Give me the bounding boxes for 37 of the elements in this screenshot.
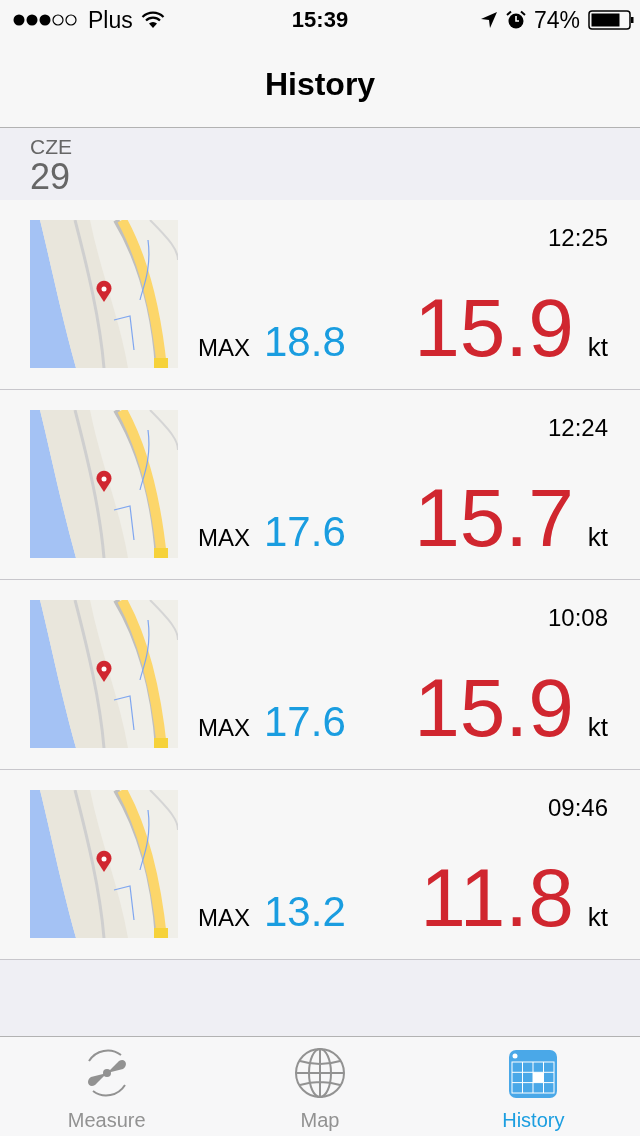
entry-time: 09:46 [547,794,608,822]
max-label: MAX [198,524,250,552]
clock-time: 15:39 [291,7,349,33]
carrier-name: Plus [88,6,133,34]
history-row[interactable]: 10:08 MAX 17.6 15.9 kt [0,580,640,770]
location-arrow-icon [479,11,498,29]
average-speed: 15.7 [414,477,574,559]
entry-time: 12:25 [547,224,608,252]
speed-unit: kt [587,332,608,363]
screen-title: History [264,65,376,103]
max-speed: 17.6 [264,698,346,746]
max-label: MAX [198,714,250,742]
max-speed: 18.8 [264,318,346,366]
average-speed: 11.8 [420,857,574,939]
entry-time: 12:24 [547,414,608,442]
entry-time: 10:08 [547,604,608,632]
signal-icon [12,13,80,27]
max-label: MAX [198,334,250,362]
speed-unit: kt [587,522,608,553]
calendar-icon [508,1049,559,1099]
speed-unit: kt [587,712,608,743]
wifi-icon [140,11,165,29]
date-month: CZE [30,136,72,158]
average-speed: 15.9 [414,667,574,749]
history-row[interactable]: 09:46 MAX 13.2 11.8 kt [0,770,640,960]
speed-unit: kt [587,902,608,933]
globe-icon [294,1047,346,1099]
max-speed: 13.2 [264,888,346,936]
date-day: 29 [30,158,71,196]
battery-icon [588,10,634,30]
average-speed: 15.9 [414,287,574,369]
alarm-clock-icon [505,10,526,30]
max-label: MAX [198,904,250,932]
max-speed: 17.6 [264,508,346,556]
history-row[interactable]: 12:25 MAX 18.8 15.9 kt [0,200,640,390]
history-row[interactable]: 12:24 MAX 17.6 15.7 kt [0,390,640,580]
battery-percent: 74% [533,6,580,34]
